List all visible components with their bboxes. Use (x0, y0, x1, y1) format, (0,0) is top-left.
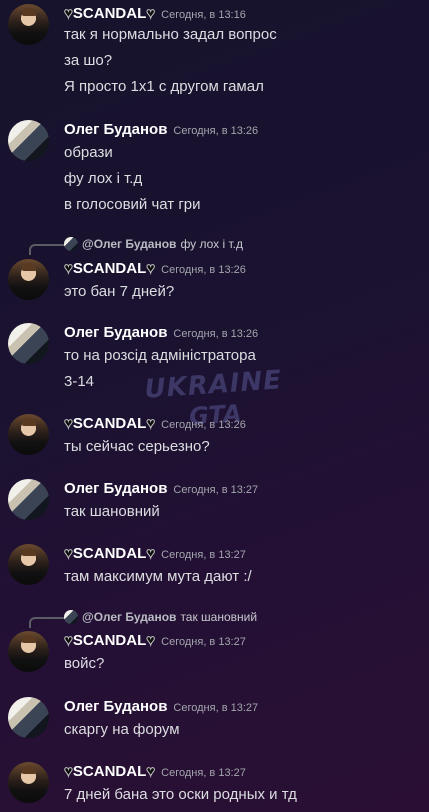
timestamp: Сегодня, в 13:27 (173, 484, 259, 496)
avatar[interactable] (8, 697, 49, 738)
avatar (64, 237, 78, 251)
reply-preview[interactable]: @Олег Буданов фу лох і т.д (64, 237, 243, 251)
heart-icon: ♥ (146, 415, 156, 433)
avatar[interactable] (8, 762, 49, 803)
reply-author: @Олег Буданов (82, 237, 177, 251)
heart-icon: ♥ (64, 5, 74, 23)
message-text: Я просто 1х1 с другом гамал (64, 78, 264, 95)
message-text: 7 дней бана это оски родных и тд (64, 786, 297, 803)
author-name[interactable]: Олег Буданов Сегодня, в 13:27 (64, 480, 258, 497)
heart-icon: ♥ (146, 632, 156, 650)
avatar[interactable] (8, 414, 49, 455)
reply-connector (29, 244, 65, 255)
reply-author: @Олег Буданов (82, 610, 177, 624)
avatar[interactable] (8, 479, 49, 520)
author-name[interactable]: ♥SCANDAL♥ Сегодня, в 13:27 (64, 763, 246, 781)
avatar (64, 610, 78, 624)
heart-icon: ♥ (64, 632, 74, 650)
author-name[interactable]: Олег Буданов Сегодня, в 13:27 (64, 698, 258, 715)
avatar[interactable] (8, 259, 49, 300)
avatar[interactable] (8, 323, 49, 364)
message-text: 3-14 (64, 373, 95, 390)
heart-icon: ♥ (64, 260, 74, 278)
message-text: так шановний (64, 503, 160, 520)
heart-icon: ♥ (64, 545, 74, 563)
message-text: образи (64, 144, 113, 161)
heart-icon: ♥ (146, 545, 156, 563)
timestamp: Сегодня, в 13:26 (173, 125, 259, 137)
author-name[interactable]: ♥SCANDAL♥ Сегодня, в 13:26 (64, 415, 246, 433)
heart-icon: ♥ (64, 763, 74, 781)
message-text: ты сейчас серьезно? (64, 438, 210, 455)
timestamp: Сегодня, в 13:27 (161, 636, 246, 648)
heart-icon: ♥ (146, 5, 156, 23)
message-text: за шо? (64, 52, 113, 69)
timestamp: Сегодня, в 13:27 (173, 702, 259, 714)
timestamp: Сегодня, в 13:16 (161, 9, 246, 21)
reply-text: фу лох і т.д (180, 237, 244, 251)
heart-icon: ♥ (146, 763, 156, 781)
reply-text: так шановний (180, 610, 258, 624)
heart-icon: ♥ (64, 415, 74, 433)
timestamp: Сегодня, в 13:26 (173, 328, 259, 340)
reply-connector (29, 617, 65, 628)
author-name[interactable]: Олег Буданов Сегодня, в 13:26 (64, 121, 258, 138)
author-name[interactable]: ♥SCANDAL♥ Сегодня, в 13:16 (64, 5, 246, 23)
message-text: так я нормально задал вопрос (64, 26, 277, 43)
message-text: войс? (64, 655, 105, 672)
avatar[interactable] (8, 120, 49, 161)
avatar[interactable] (8, 4, 49, 45)
message-text: фу лох і т.д (64, 170, 143, 187)
author-name[interactable]: Олег Буданов Сегодня, в 13:26 (64, 324, 258, 341)
avatar[interactable] (8, 544, 49, 585)
author-name[interactable]: ♥SCANDAL♥ Сегодня, в 13:27 (64, 632, 246, 650)
avatar[interactable] (8, 631, 49, 672)
message-text: там максимум мута дают :/ (64, 568, 252, 585)
message-text: то на розсід адміністратора (64, 347, 256, 364)
reply-preview[interactable]: @Олег Буданов так шановний (64, 610, 257, 624)
heart-icon: ♥ (146, 260, 156, 278)
message-text: это бан 7 дней? (64, 283, 175, 300)
author-name[interactable]: ♥SCANDAL♥ Сегодня, в 13:26 (64, 260, 246, 278)
timestamp: Сегодня, в 13:26 (161, 264, 246, 276)
message-text: в голосовий чат гри (64, 196, 201, 213)
message-text: скаргу на форум (64, 721, 180, 738)
timestamp: Сегодня, в 13:26 (161, 419, 246, 431)
timestamp: Сегодня, в 13:27 (161, 549, 246, 561)
author-name[interactable]: ♥SCANDAL♥ Сегодня, в 13:27 (64, 545, 246, 563)
timestamp: Сегодня, в 13:27 (161, 767, 246, 779)
